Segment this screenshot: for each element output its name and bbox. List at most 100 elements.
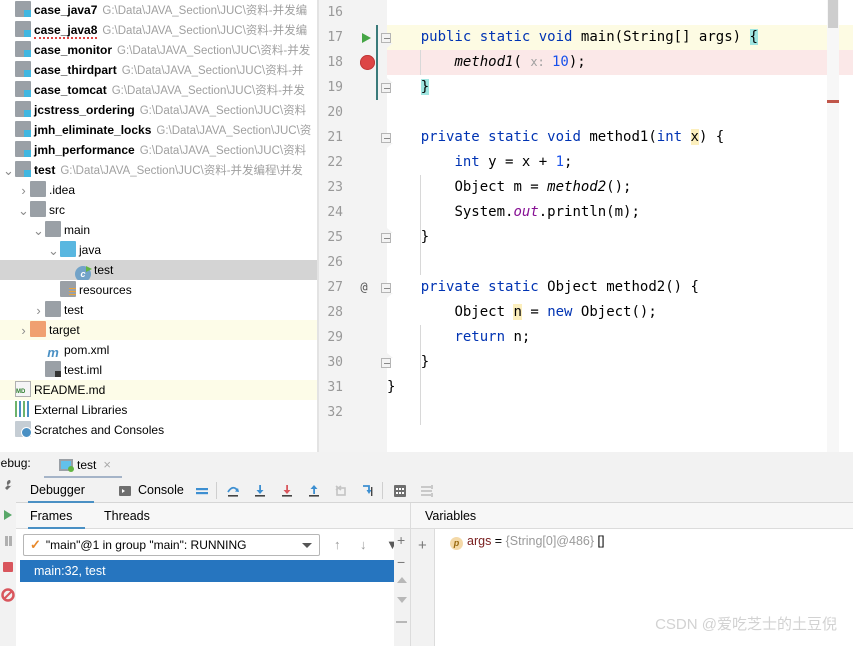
tree-item-src[interactable]: ⌄ src: [0, 200, 317, 220]
code-line[interactable]: private static Object method2() {: [387, 275, 853, 300]
tree-item-jmh-performance[interactable]: jmh_performance G:\Data\JAVA_Section\JUC\…: [0, 140, 317, 160]
variables-gutter[interactable]: +: [410, 529, 435, 646]
scroll-up-icon[interactable]: [397, 577, 407, 583]
code-token: x: [690, 129, 699, 145]
chevron-right-icon[interactable]: ›: [17, 181, 30, 200]
frames-side-controls[interactable]: + −: [394, 529, 410, 646]
console-icon[interactable]: [117, 483, 133, 499]
code-line[interactable]: int y = x + 1;: [387, 150, 853, 175]
tree-item-case-tomcat[interactable]: case_tomcat G:\Data\JAVA_Section\JUC\资料-并…: [0, 80, 317, 100]
run-to-cursor-icon[interactable]: [360, 483, 376, 499]
thread-selector[interactable]: ✓ "main"@1 in group "main": RUNNING: [23, 534, 320, 556]
chevron-right-icon[interactable]: ›: [32, 301, 45, 320]
code-line[interactable]: Object m = method2();: [387, 175, 853, 200]
add-icon[interactable]: +: [397, 532, 405, 548]
watermark: CSDN @爱吃芝士的土豆倪: [655, 616, 837, 633]
drop-frame-icon: [333, 483, 349, 499]
chevron-down-icon[interactable]: ⌄: [2, 161, 15, 180]
force-step-into-icon[interactable]: [279, 483, 295, 499]
mute-breakpoints-icon[interactable]: [1, 588, 15, 602]
tree-item-external-libraries[interactable]: External Libraries: [0, 400, 317, 420]
iml-file-icon: [45, 361, 61, 377]
arrow-up-icon[interactable]: ↑: [334, 537, 341, 552]
tree-item-jmh-eliminate-locks[interactable]: jmh_eliminate_locks G:\Data\JAVA_Section\…: [0, 120, 317, 140]
breakpoint-icon[interactable]: [359, 50, 379, 75]
step-out-icon[interactable]: [306, 483, 322, 499]
stop-icon[interactable]: [1, 560, 15, 574]
chevron-right-icon[interactable]: ›: [17, 321, 30, 340]
collapse-icon[interactable]: [396, 621, 407, 623]
tree-item-test[interactable]: c test: [0, 260, 317, 280]
chevron-down-icon[interactable]: ⌄: [32, 221, 45, 240]
code-line[interactable]: }: [387, 75, 853, 100]
tab-threads[interactable]: Threads: [104, 503, 150, 529]
tree-item-main[interactable]: ⌄ main: [0, 220, 317, 240]
tree-item-readme-md[interactable]: README.md: [0, 380, 317, 400]
tree-item--idea[interactable]: › .idea: [0, 180, 317, 200]
tree-item-jcstress-ordering[interactable]: jcstress_ordering G:\Data\JAVA_Section\JU…: [0, 100, 317, 120]
frames-panel[interactable]: ✓ "main"@1 in group "main": RUNNING ↑ ↓ ▼…: [16, 529, 410, 646]
frames-subtabs[interactable]: Frames Threads: [16, 503, 410, 529]
code-line[interactable]: }: [387, 225, 853, 250]
code-line[interactable]: [387, 400, 853, 425]
tree-item-resources[interactable]: resources: [0, 280, 317, 300]
chevron-down-icon[interactable]: [302, 543, 312, 548]
code-line[interactable]: [387, 250, 853, 275]
code-line[interactable]: }: [387, 350, 853, 375]
tree-item-test[interactable]: › test: [0, 300, 317, 320]
chevron-down-icon[interactable]: ⌄: [17, 201, 30, 220]
code-line[interactable]: }: [387, 375, 853, 400]
stack-frame-row[interactable]: main:32, test: [20, 560, 406, 582]
evaluate-expression-icon[interactable]: [392, 483, 408, 499]
code-line[interactable]: private static void method1(int x) {: [387, 125, 853, 150]
tree-item-case-monitor[interactable]: case_monitor G:\Data\JAVA_Section\JUC\资料-…: [0, 40, 317, 60]
tab-frames[interactable]: Frames: [30, 503, 72, 529]
add-watch-icon[interactable]: +: [418, 537, 427, 554]
tree-item-test[interactable]: ⌄ test G:\Data\JAVA_Section\JUC\资料-并发编程\并发: [0, 160, 317, 180]
layout-icon[interactable]: [194, 483, 210, 499]
code-line[interactable]: [387, 0, 853, 25]
run-arrow-icon[interactable]: [359, 25, 379, 50]
scroll-down-icon[interactable]: [397, 597, 407, 603]
close-icon[interactable]: ×: [103, 457, 111, 472]
tree-item-pom-xml[interactable]: m pom.xml: [0, 340, 317, 360]
editor-scrollbar[interactable]: [827, 0, 839, 452]
tab-debugger[interactable]: Debugger: [30, 478, 85, 503]
pause-icon[interactable]: [1, 534, 15, 548]
step-into-icon[interactable]: [252, 483, 268, 499]
tree-item-case-java8[interactable]: case_java8 G:\Data\JAVA_Section\JUC\资料-并发…: [0, 20, 317, 40]
variable-row[interactable]: p args = {String[0]@486} []: [450, 534, 604, 550]
code-line[interactable]: System.out.println(m);: [387, 200, 853, 225]
code-line[interactable]: method1( x: 10);: [387, 50, 853, 75]
editor-error-marker[interactable]: [827, 100, 839, 103]
code-line[interactable]: public static void main(String[] args) {: [387, 25, 853, 50]
resume-icon[interactable]: [1, 508, 15, 522]
tab-console[interactable]: Console: [138, 478, 184, 503]
annotation-icon[interactable]: @: [355, 275, 375, 300]
code-line[interactable]: [387, 100, 853, 125]
debug-session-tab[interactable]: test ×: [55, 454, 115, 478]
code-content[interactable]: public static void main(String[] args) {…: [387, 0, 853, 452]
debug-toolbar[interactable]: Debugger Console: [16, 478, 853, 503]
debug-side-actions[interactable]: [0, 452, 16, 646]
project-tree[interactable]: case_java7 G:\Data\JAVA_Section\JUC\资料-并发…: [0, 0, 317, 452]
step-over-icon[interactable]: [225, 483, 241, 499]
chevron-down-icon[interactable]: ⌄: [47, 241, 60, 260]
settings-icon[interactable]: [419, 483, 435, 499]
tree-item-java[interactable]: ⌄ java: [0, 240, 317, 260]
tree-item-scratches-and-consoles[interactable]: Scratches and Consoles: [0, 420, 317, 440]
tree-item-target[interactable]: › target: [0, 320, 317, 340]
tree-item-test-iml[interactable]: test.iml: [0, 360, 317, 380]
editor-scrollbar-thumb[interactable]: [828, 0, 838, 28]
remove-icon[interactable]: −: [397, 554, 405, 570]
code-line[interactable]: Object n = new Object();: [387, 300, 853, 325]
arrow-down-icon[interactable]: ↓: [360, 537, 367, 552]
tree-item-case-thirdpart[interactable]: case_thirdpart G:\Data\JAVA_Section\JUC\资…: [0, 60, 317, 80]
code-line[interactable]: return n;: [387, 325, 853, 350]
code-editor[interactable]: 16 17 18 19 20 21 22 23 24 25 26 27 28 29 30 31 32 @ pub…: [319, 0, 853, 452]
folder-icon: [30, 181, 46, 197]
tree-item-case-java7[interactable]: case_java7 G:\Data\JAVA_Section\JUC\资料-并发…: [0, 0, 317, 20]
code-token: () {: [665, 279, 699, 295]
settings-icon[interactable]: [1, 478, 15, 492]
